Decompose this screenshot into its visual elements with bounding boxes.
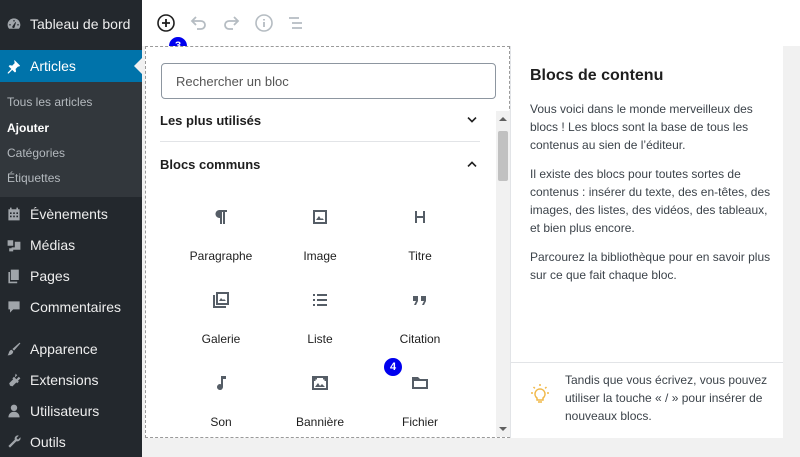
list-outline-icon bbox=[289, 17, 302, 29]
block-label: Fichier bbox=[401, 415, 438, 429]
paintbrush-icon bbox=[6, 341, 22, 357]
paragraph-icon bbox=[209, 205, 233, 229]
menu-comments-label: Commentaires bbox=[30, 299, 122, 315]
media-icon bbox=[6, 237, 22, 253]
menu-pages[interactable]: Pages bbox=[0, 262, 142, 290]
menu-media[interactable]: Médias bbox=[0, 231, 142, 259]
quote-icon bbox=[408, 288, 432, 312]
heading-icon bbox=[408, 205, 432, 229]
menu-articles-label: Articles bbox=[30, 58, 76, 74]
plugin-icon bbox=[6, 372, 22, 388]
section-most-used-label: Les plus utilisés bbox=[160, 112, 262, 128]
menu-appearance-label: Apparence bbox=[30, 341, 98, 357]
plus-circle-icon bbox=[157, 14, 175, 32]
block-audio[interactable]: Son bbox=[171, 371, 271, 437]
submenu-add[interactable]: Ajouter bbox=[7, 121, 49, 135]
block-label: Galerie bbox=[201, 332, 241, 346]
step-badge-4: 4 bbox=[383, 357, 403, 377]
menu-extensions[interactable]: Extensions bbox=[0, 366, 142, 394]
dashboard-icon bbox=[6, 16, 22, 32]
section-common-blocks[interactable]: Blocs communs bbox=[160, 149, 480, 179]
block-label: Titre bbox=[408, 249, 432, 263]
section-divider bbox=[160, 141, 480, 142]
block-label: Image bbox=[303, 249, 337, 263]
menu-tools-label: Outils bbox=[30, 434, 66, 450]
help-paragraph-1: Vous voici dans le monde merveilleux des… bbox=[530, 102, 753, 152]
block-label: Paragraphe bbox=[189, 249, 253, 263]
menu-users-label: Utilisateurs bbox=[30, 403, 100, 419]
inserter-scrollbar[interactable] bbox=[496, 111, 510, 437]
outline-button[interactable] bbox=[284, 11, 308, 35]
block-cover[interactable]: Bannière bbox=[270, 371, 370, 437]
block-label: Citation bbox=[399, 332, 441, 346]
scroll-up-icon[interactable] bbox=[499, 115, 507, 123]
inserter-help-panel: Blocs de contenu Vous voici dans le mond… bbox=[510, 46, 783, 438]
block-paragraph[interactable]: Paragraphe bbox=[171, 205, 271, 275]
block-list: Les plus utilisés Blocs communs Paragrap… bbox=[146, 111, 496, 437]
help-paragraph-2: Il existe des blocs pour toutes sortes d… bbox=[530, 167, 771, 235]
block-gallery[interactable]: Galerie bbox=[171, 288, 271, 358]
menu-events[interactable]: Évènements bbox=[0, 200, 142, 228]
scroll-thumb[interactable] bbox=[498, 131, 508, 181]
help-tip: Tandis que vous écrivez, vous pouvez uti… bbox=[511, 362, 783, 438]
help-paragraph-3: Parcourez la bibliothèque pour en savoir… bbox=[530, 250, 771, 282]
submenu-categories[interactable]: Catégories bbox=[7, 146, 65, 160]
menu-media-label: Médias bbox=[30, 237, 76, 253]
block-search-input[interactable]: Rechercher un bloc bbox=[161, 63, 496, 99]
menu-dashboard[interactable]: Tableau de bord bbox=[0, 10, 142, 38]
music-note-icon bbox=[209, 371, 233, 395]
redo-button[interactable] bbox=[219, 11, 243, 35]
help-title: Blocs de contenu bbox=[530, 67, 664, 84]
menu-extensions-label: Extensions bbox=[30, 372, 99, 388]
wrench-icon bbox=[6, 434, 22, 450]
help-tip-text: Tandis que vous écrivez, vous pouvez uti… bbox=[565, 373, 768, 423]
undo-button[interactable] bbox=[187, 11, 211, 35]
menu-appearance[interactable]: Apparence bbox=[0, 335, 142, 363]
menu-dashboard-label: Tableau de bord bbox=[30, 16, 131, 32]
info-button[interactable] bbox=[252, 11, 276, 35]
comment-icon bbox=[6, 299, 22, 315]
block-image[interactable]: Image bbox=[270, 205, 370, 275]
cover-icon bbox=[308, 371, 332, 395]
block-file[interactable]: Fichier bbox=[370, 371, 470, 437]
articles-submenu: Tous les articles Ajouter Catégories Éti… bbox=[0, 82, 142, 197]
block-list[interactable]: Liste bbox=[270, 288, 370, 358]
editor-toolbar bbox=[142, 0, 800, 46]
menu-events-label: Évènements bbox=[30, 206, 108, 222]
add-block-button[interactable] bbox=[154, 11, 178, 35]
section-common-label: Blocs communs bbox=[160, 156, 261, 172]
menu-articles[interactable]: Articles bbox=[0, 50, 142, 82]
image-icon bbox=[308, 205, 332, 229]
menu-comments[interactable]: Commentaires bbox=[0, 293, 142, 321]
gallery-icon bbox=[209, 288, 233, 312]
undo-icon bbox=[190, 16, 206, 30]
section-most-used[interactable]: Les plus utilisés bbox=[160, 111, 480, 135]
info-icon bbox=[255, 14, 273, 32]
pages-icon bbox=[6, 268, 22, 284]
pin-icon bbox=[6, 58, 22, 74]
block-inserter: Rechercher un bloc Les plus utilisés Blo… bbox=[145, 46, 510, 438]
scroll-down-icon[interactable] bbox=[499, 425, 507, 433]
block-search-placeholder: Rechercher un bloc bbox=[176, 73, 289, 89]
submenu-all-articles[interactable]: Tous les articles bbox=[7, 95, 92, 109]
menu-users[interactable]: Utilisateurs bbox=[0, 397, 142, 425]
folder-icon bbox=[408, 371, 432, 395]
calendar-icon bbox=[6, 206, 22, 222]
admin-sidebar: Tableau de bord Articles Tous les articl… bbox=[0, 0, 142, 457]
chevron-up-icon bbox=[467, 161, 477, 167]
block-label: Son bbox=[210, 415, 232, 429]
block-label: Bannière bbox=[295, 415, 345, 429]
lightbulb-icon bbox=[531, 384, 549, 403]
redo-icon bbox=[224, 16, 240, 30]
menu-pages-label: Pages bbox=[30, 268, 70, 284]
block-quote[interactable]: Citation bbox=[370, 288, 470, 358]
chevron-down-icon bbox=[467, 117, 477, 123]
menu-tools[interactable]: Outils bbox=[0, 428, 142, 456]
block-heading[interactable]: Titre bbox=[370, 205, 470, 275]
block-label: Liste bbox=[307, 332, 333, 346]
submenu-tags[interactable]: Étiquettes bbox=[7, 171, 60, 185]
list-icon bbox=[308, 288, 332, 312]
users-icon bbox=[6, 403, 22, 419]
